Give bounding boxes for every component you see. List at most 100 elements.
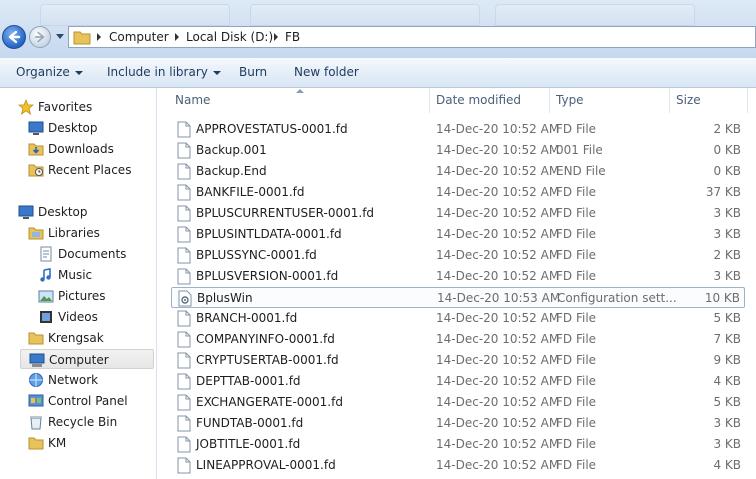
file-list: Name Date modified Type Size APPROVESTAT… [157, 88, 756, 479]
recent-pages-dropdown-icon[interactable] [55, 31, 65, 41]
table-row[interactable]: DEPTTAB-0001.fd 14-Dec-20 10:52 AM FD File… [171, 371, 745, 392]
forward-button[interactable] [29, 26, 51, 48]
column-type[interactable]: Type [556, 93, 584, 107]
file-size: 0 KB [713, 164, 741, 178]
file-date-modified: 14-Dec-20 10:52 AM [436, 206, 560, 220]
file-date-modified: 14-Dec-20 10:52 AM [436, 122, 560, 136]
file-type: FD File [556, 395, 597, 409]
file-size: 3 KB [713, 227, 741, 241]
navigation-pane: Favorites Desktop Downloads Recent Place… [0, 88, 157, 479]
file-icon [177, 163, 191, 180]
address-bar[interactable]: Computer Local Disk (D:) FB [68, 26, 756, 48]
nav-recycle-bin-label: Recycle Bin [48, 415, 118, 429]
file-icon [177, 310, 191, 327]
table-row[interactable]: APPROVESTATUS-0001.fd 14-Dec-20 10:52 AM F… [171, 119, 745, 140]
chevron-down-icon [212, 70, 221, 75]
table-row[interactable]: Backup.001 14-Dec-20 10:52 AM 001 File 0 KB [171, 140, 745, 161]
breadcrumb-separator-icon[interactable] [97, 33, 101, 41]
file-type: FD File [556, 311, 597, 325]
table-row[interactable]: BPLUSCURRENTUSER-0001.fd 14-Dec-20 10:52 … [171, 203, 745, 224]
file-date-modified: 14-Dec-20 10:52 AM [436, 143, 560, 157]
table-row[interactable]: BANKFILE-0001.fd 14-Dec-20 10:52 AM FD Fil… [171, 182, 745, 203]
desktop-icon [28, 121, 44, 135]
table-row[interactable]: BPLUSSYNC-0001.fd 14-Dec-20 10:52 AM FD Fi… [171, 245, 745, 266]
nav-computer[interactable]: Computer [20, 349, 154, 369]
breadcrumb-local-disk[interactable]: Local Disk (D:) [186, 30, 273, 44]
nav-documents-label: Documents [58, 247, 127, 261]
organize-button[interactable]: Organize [16, 65, 83, 79]
table-row[interactable]: BPLUSVERSION-0001.fd 14-Dec-20 10:52 AM FD… [171, 266, 745, 287]
table-row[interactable]: BplusWin 14-Dec-20 10:53 AM Configuration … [171, 287, 745, 308]
back-button[interactable] [2, 25, 26, 49]
file-icon [177, 331, 191, 348]
file-icon [177, 394, 191, 411]
breadcrumb-separator-icon[interactable] [274, 33, 278, 41]
column-size[interactable]: Size [676, 93, 701, 107]
file-date-modified: 14-Dec-20 10:52 AM [436, 269, 560, 283]
arrow-left-icon [8, 30, 21, 44]
pictures-icon [38, 290, 54, 303]
table-row[interactable]: FUNDTAB-0001.fd 14-Dec-20 10:52 AM FD File… [171, 413, 745, 434]
file-size: 3 KB [713, 269, 741, 283]
file-name: FUNDTAB-0001.fd [196, 416, 304, 430]
file-date-modified: 14-Dec-20 10:52 AM [436, 416, 560, 430]
file-date-modified: 14-Dec-20 10:52 AM [436, 437, 560, 451]
title-bar: Computer Local Disk (D:) FB [0, 0, 756, 59]
file-icon [177, 457, 191, 474]
table-row[interactable]: CRYPTUSERTAB-0001.fd 14-Dec-20 10:52 AM FD… [171, 350, 745, 371]
nav-krengsak-label: Krengsak [48, 331, 104, 345]
file-icon [177, 121, 191, 138]
file-name: LINEAPPROVAL-0001.fd [196, 458, 336, 472]
downloads-folder-icon [28, 143, 44, 156]
table-row[interactable]: BPLUSINTLDATA-0001.fd 14-Dec-20 10:52 AM F… [171, 224, 745, 245]
file-size: 0 KB [713, 143, 741, 157]
desktop-icon [18, 205, 34, 219]
file-type: FD File [556, 416, 597, 430]
file-size: 5 KB [713, 395, 741, 409]
breadcrumb-computer[interactable]: Computer [109, 30, 169, 44]
table-row[interactable]: LINEAPPROVAL-0001.fd 14-Dec-20 10:52 AM FD… [171, 455, 745, 476]
column-name[interactable]: Name [175, 93, 210, 107]
new-folder-button[interactable]: New folder [294, 65, 359, 79]
include-in-library-button[interactable]: Include in library [107, 65, 221, 79]
table-row[interactable]: EXCHANGERATE-0001.fd 14-Dec-20 10:52 AM FD… [171, 392, 745, 413]
file-date-modified: 14-Dec-20 10:52 AM [436, 332, 560, 346]
config-file-icon [178, 290, 192, 307]
column-divider[interactable] [549, 88, 550, 113]
file-icon [177, 226, 191, 243]
file-icon [177, 352, 191, 369]
table-row[interactable]: JOBTITLE-0001.fd 14-Dec-20 10:52 AM FD Fil… [171, 434, 745, 455]
nav-libraries-label: Libraries [48, 226, 100, 240]
file-type: FD File [556, 122, 597, 136]
table-row[interactable]: BRANCH-0001.fd 14-Dec-20 10:52 AM FD File 5… [171, 308, 745, 329]
file-type: FD File [556, 458, 597, 472]
file-icon [177, 436, 191, 453]
file-name: Backup.End [196, 164, 267, 178]
videos-icon [40, 311, 52, 323]
file-size: 10 KB [704, 291, 740, 305]
file-type: FD File [556, 353, 597, 367]
command-bar: Organize Include in library Burn New fol… [0, 58, 756, 88]
file-size: 3 KB [713, 416, 741, 430]
burn-button[interactable]: Burn [239, 65, 267, 79]
table-row[interactable]: COMPANYINFO-0001.fd 14-Dec-20 10:52 AM FD … [171, 329, 745, 350]
file-date-modified: 14-Dec-20 10:52 AM [436, 311, 560, 325]
breadcrumb-fb[interactable]: FB [285, 30, 300, 44]
file-size: 3 KB [713, 206, 741, 220]
nav-desktop-favorite-label: Desktop [48, 121, 98, 135]
file-name: BPLUSVERSION-0001.fd [196, 269, 339, 283]
breadcrumb-separator-icon[interactable] [175, 33, 179, 41]
file-size: 2 KB [713, 248, 741, 262]
nav-desktop-label: Desktop [38, 205, 88, 219]
file-size: 2 KB [713, 122, 741, 136]
file-date-modified: 14-Dec-20 10:52 AM [436, 227, 560, 241]
table-row[interactable]: Backup.End 14-Dec-20 10:52 AM END File 0 KB [171, 161, 745, 182]
column-divider[interactable] [669, 88, 670, 113]
file-type: FD File [556, 269, 597, 283]
file-icon [177, 247, 191, 264]
column-divider[interactable] [429, 88, 430, 113]
file-icon [177, 142, 191, 159]
file-name: BPLUSSYNC-0001.fd [196, 248, 317, 262]
column-date-modified[interactable]: Date modified [436, 93, 521, 107]
column-divider[interactable] [747, 88, 748, 113]
